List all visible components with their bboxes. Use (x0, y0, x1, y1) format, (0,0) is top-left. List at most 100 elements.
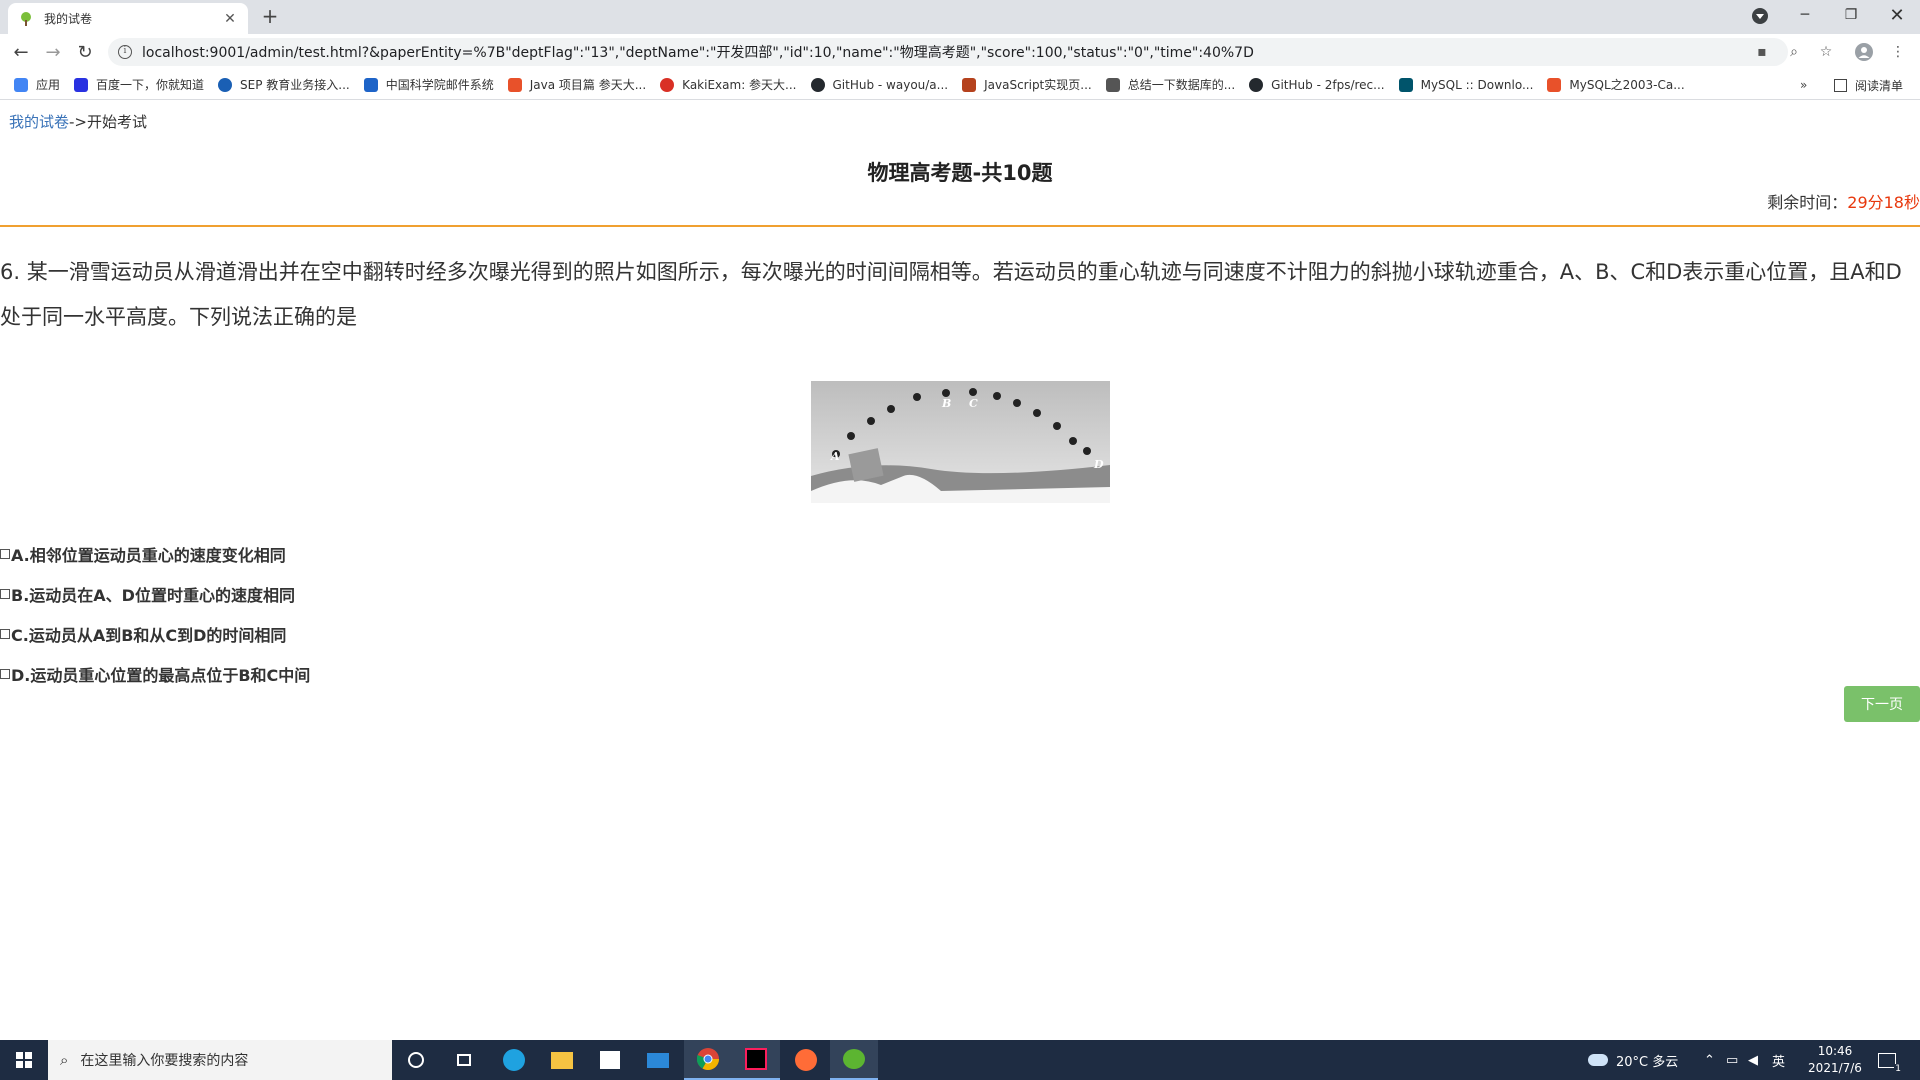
network-icon[interactable]: ▭ (1726, 1040, 1738, 1080)
bookmark-kakiexam[interactable]: KakiExam: 参天大... (660, 76, 797, 93)
info-icon[interactable]: i (118, 45, 132, 59)
breadcrumb-separator: -> (69, 113, 87, 131)
label-b: B (941, 397, 951, 410)
browser-tab[interactable]: 我的试卷 ✕ (8, 3, 248, 34)
bookmark-database[interactable]: 总结一下数据库的... (1105, 76, 1235, 93)
header-divider (0, 225, 1920, 227)
menu-kebab-icon[interactable]: ⋮ (1887, 41, 1909, 63)
reload-icon[interactable]: ↻ (73, 40, 97, 64)
taskbar-clock[interactable]: 10:46 2021/7/6 (1795, 1043, 1875, 1077)
cortana-icon[interactable] (392, 1040, 440, 1080)
windows-taskbar: ⌕ 在这里输入你要搜索的内容 20°C 多云 ⌃ ▭ ◀ 英 10:46 202… (0, 1040, 1920, 1080)
restore-icon[interactable]: ❐ (1828, 0, 1874, 30)
cloud-icon (1588, 1054, 1608, 1066)
option-c-label: C.运动员从A到B和从C到D的时间相同 (11, 626, 287, 645)
search-icon: ⌕ (60, 1051, 69, 1069)
notification-count: 1 (1894, 1063, 1902, 1074)
next-page-button[interactable]: 下一页 (1844, 686, 1920, 722)
mysql-icon (1398, 77, 1413, 92)
back-icon[interactable]: ← (9, 40, 33, 64)
tab-search-icon[interactable] (1752, 8, 1768, 24)
bookmark-star-icon[interactable]: ☆ (1815, 41, 1837, 63)
option-c[interactable]: C.运动员从A到B和从C到D的时间相同 (0, 614, 310, 654)
answer-options: A.相邻位置运动员重心的速度变化相同 B.运动员在A、D位置时重心的速度相同 C… (0, 534, 310, 694)
profile-avatar-icon[interactable] (1853, 41, 1875, 63)
question-text: 6. 某一滑雪运动员从滑道滑出并在空中翻转时经多次曝光得到的照片如图所示，每次曝… (0, 260, 1902, 329)
weather-widget[interactable]: 20°C 多云 (1588, 1040, 1678, 1080)
tab-close-icon[interactable]: ✕ (222, 11, 238, 27)
clock-time: 10:46 (1817, 1044, 1853, 1058)
label-a: A (830, 450, 840, 463)
option-d[interactable]: D.运动员重心位置的最高点位于B和C中间 (0, 654, 310, 694)
timer-label: 剩余时间： (1767, 193, 1848, 212)
minimize-icon[interactable]: ─ (1782, 0, 1828, 30)
browser-tab-bar: 我的试卷 ✕ + ─ ❐ ✕ (0, 0, 1920, 34)
reading-list-button[interactable]: 阅读清单 (1834, 77, 1903, 94)
edge-icon[interactable] (490, 1040, 538, 1080)
option-a-checkbox[interactable] (0, 549, 10, 559)
bookmark-mysql-2003[interactable]: MySQL之2003-Ca... (1547, 76, 1685, 93)
github-icon (1249, 77, 1264, 92)
question-image-ski-jump: A B C D (811, 381, 1110, 503)
bookmarks-bar: 应用 百度一下，你就知道 SEP 教育业务接入... 中国科学院邮件系统 Jav… (0, 70, 1920, 100)
notification-center-icon[interactable]: 1 (1878, 1040, 1902, 1080)
option-d-checkbox[interactable] (0, 669, 10, 679)
search-placeholder: 在这里输入你要搜索的内容 (80, 1053, 249, 1069)
windows-start-icon[interactable] (0, 1040, 48, 1080)
breadcrumb-my-papers-link[interactable]: 我的试卷 (9, 113, 69, 131)
option-d-label: D.运动员重心位置的最高点位于B和C中间 (11, 666, 311, 685)
option-c-checkbox[interactable] (0, 629, 10, 639)
forward-icon[interactable]: → (41, 40, 65, 64)
zoom-icon[interactable]: ⌕ (1783, 41, 1805, 63)
option-b-checkbox[interactable] (0, 589, 10, 599)
tree-favicon-icon (18, 11, 34, 27)
address-row: ← → ↻ i localhost:9001/admin/test.html?&… (0, 34, 1920, 70)
bookmark-mysql-download[interactable]: MySQL :: Downlo... (1398, 77, 1533, 92)
mail-app-icon[interactable] (634, 1040, 682, 1080)
remaining-time: 剩余时间：29分18秒 (1767, 189, 1920, 213)
option-a[interactable]: A.相邻位置运动员重心的速度变化相同 (0, 534, 310, 574)
sep-icon (218, 77, 233, 92)
bookmark-baidu[interactable]: 百度一下，你就知道 (74, 76, 204, 93)
bootstrap-icon (962, 77, 977, 92)
csdn-icon (507, 77, 522, 92)
chrome-icon[interactable] (684, 1040, 732, 1080)
paper-title: 物理高考题-共10题 (867, 161, 1053, 185)
taskbar-search-box[interactable]: ⌕ 在这里输入你要搜索的内容 (48, 1040, 392, 1080)
reading-list-icon (1834, 79, 1847, 92)
new-tab-icon[interactable]: + (258, 5, 282, 29)
volume-icon[interactable]: ◀ (1748, 1040, 1758, 1080)
intellij-idea-icon[interactable] (732, 1040, 780, 1080)
breadcrumb: 我的试卷->开始考试 (9, 111, 147, 132)
mail-icon (363, 77, 378, 92)
file-explorer-icon[interactable] (538, 1040, 586, 1080)
postman-icon[interactable] (782, 1040, 830, 1080)
baidu-icon (74, 77, 89, 92)
task-view-icon[interactable] (440, 1040, 488, 1080)
option-a-label: A.相邻位置运动员重心的速度变化相同 (11, 546, 286, 565)
breadcrumb-current: 开始考试 (87, 113, 148, 131)
bookmark-github-2fps[interactable]: GitHub - 2fps/rec... (1249, 77, 1385, 92)
bookmark-github-wayou[interactable]: GitHub - wayou/a... (810, 77, 948, 92)
label-d: D (1093, 458, 1104, 471)
bookmark-sep[interactable]: SEP 教育业务接入... (218, 76, 350, 93)
ime-indicator[interactable]: 英 (1772, 1040, 1785, 1080)
csdn-icon (1547, 77, 1562, 92)
store-icon[interactable] (586, 1040, 634, 1080)
apps-grid-icon (14, 77, 28, 92)
tab-title: 我的试卷 (44, 12, 93, 26)
bookmarks-more-icon[interactable]: » (1800, 78, 1807, 92)
bookmark-javascript[interactable]: JavaScript实现页... (962, 76, 1092, 93)
article-icon (1105, 77, 1120, 92)
green-app-icon[interactable] (830, 1040, 878, 1080)
kakiexam-icon (660, 77, 675, 92)
bookmark-java-project[interactable]: Java 项目篇 参天大... (507, 76, 646, 93)
bookmark-apps[interactable]: 应用 (14, 76, 60, 93)
bookmark-cas-mail[interactable]: 中国科学院邮件系统 (363, 76, 494, 93)
address-bar[interactable]: i localhost:9001/admin/test.html?&paperE… (108, 38, 1788, 66)
window-close-icon[interactable]: ✕ (1874, 0, 1920, 30)
option-b[interactable]: B.运动员在A、D位置时重心的速度相同 (0, 574, 310, 614)
camera-icon[interactable]: ▪ (1751, 41, 1773, 63)
tray-overflow-icon[interactable]: ⌃ (1704, 1040, 1715, 1080)
option-b-label: B.运动员在A、D位置时重心的速度相同 (11, 586, 295, 605)
